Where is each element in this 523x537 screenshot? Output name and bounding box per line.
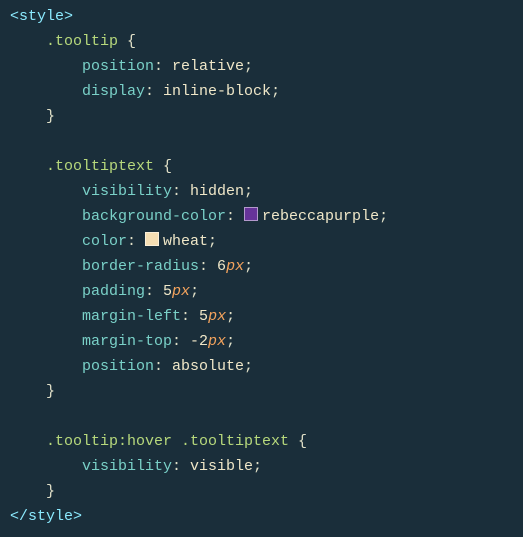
style-close-tag: </style> <box>10 508 82 525</box>
value: rebeccapurple <box>262 208 379 225</box>
value: absolute <box>172 358 244 375</box>
value: relative <box>172 58 244 75</box>
code-line: position: relative; <box>0 54 523 79</box>
prop: display <box>82 83 145 100</box>
code-line: background-color: rebeccapurple; <box>0 204 523 229</box>
number: -2 <box>190 333 208 350</box>
code-line: .tooltiptext { <box>0 154 523 179</box>
code-line: color: wheat; <box>0 229 523 254</box>
code-line: } <box>0 379 523 404</box>
value: hidden <box>190 183 244 200</box>
prop: border-radius <box>82 258 199 275</box>
color-swatch-icon <box>244 207 258 221</box>
prop: position <box>82 358 154 375</box>
prop: visibility <box>82 458 172 475</box>
unit: px <box>172 283 190 300</box>
style-open-tag: <style> <box>10 8 73 25</box>
value: inline-block <box>163 83 271 100</box>
selector-tooltiptext: .tooltiptext <box>46 158 154 175</box>
code-line: padding: 5px; <box>0 279 523 304</box>
code-editor[interactable]: <style> .tooltip { position: relative; d… <box>0 4 523 529</box>
prop: color <box>82 233 127 250</box>
code-line: } <box>0 104 523 129</box>
selector-hover: .tooltip:hover .tooltiptext <box>46 433 289 450</box>
selector-tooltip: .tooltip <box>46 33 118 50</box>
prop: margin-top <box>82 333 172 350</box>
color-swatch-icon <box>145 232 159 246</box>
prop: position <box>82 58 154 75</box>
code-line: visibility: visible; <box>0 454 523 479</box>
code-line: .tooltip:hover .tooltiptext { <box>0 429 523 454</box>
prop: background-color <box>82 208 226 225</box>
number: 6 <box>217 258 226 275</box>
code-line: margin-left: 5px; <box>0 304 523 329</box>
code-line: .tooltip { <box>0 29 523 54</box>
code-line: margin-top: -2px; <box>0 329 523 354</box>
value: wheat <box>163 233 208 250</box>
prop: visibility <box>82 183 172 200</box>
unit: px <box>208 333 226 350</box>
code-line: border-radius: 6px; <box>0 254 523 279</box>
code-line: </style> <box>0 504 523 529</box>
value: visible <box>190 458 253 475</box>
code-line: } <box>0 479 523 504</box>
prop: padding <box>82 283 145 300</box>
unit: px <box>208 308 226 325</box>
unit: px <box>226 258 244 275</box>
code-line: <style> <box>0 4 523 29</box>
prop: margin-left <box>82 308 181 325</box>
code-line: visibility: hidden; <box>0 179 523 204</box>
code-line: display: inline-block; <box>0 79 523 104</box>
code-line <box>0 404 523 429</box>
code-line: position: absolute; <box>0 354 523 379</box>
code-line <box>0 129 523 154</box>
number: 5 <box>163 283 172 300</box>
number: 5 <box>199 308 208 325</box>
